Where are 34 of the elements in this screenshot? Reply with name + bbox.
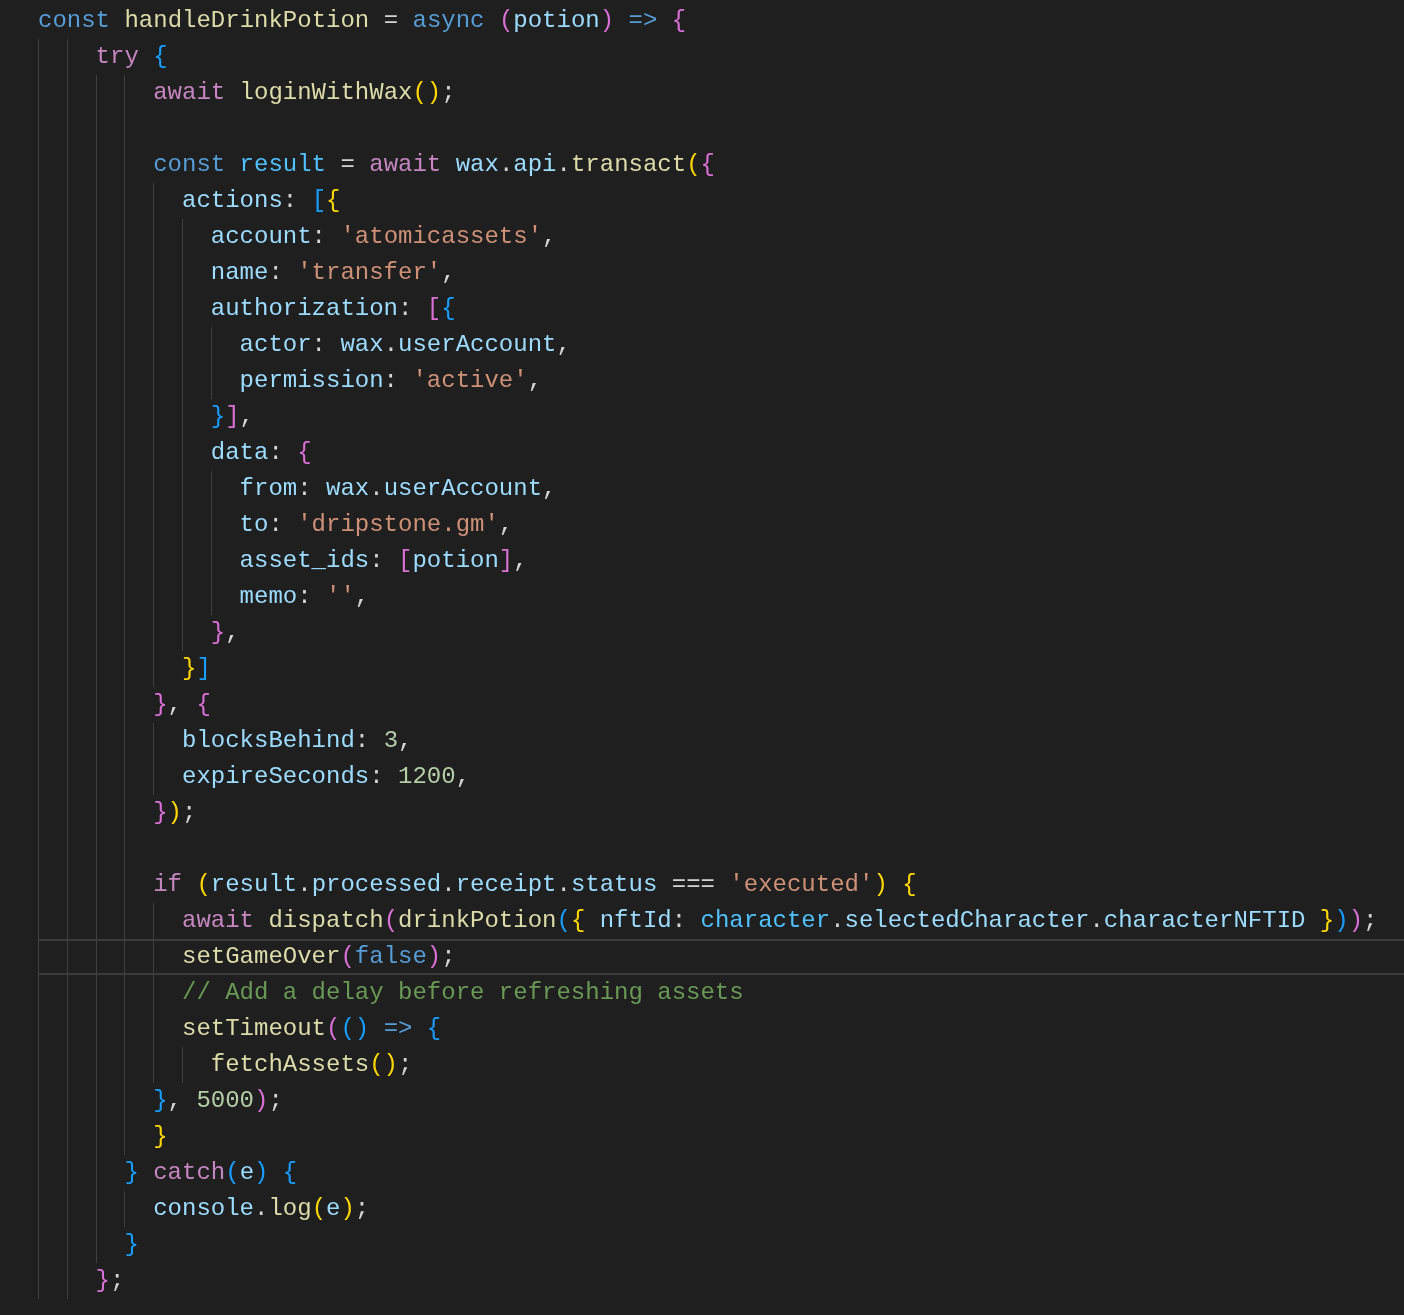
code-text: try { [95,42,168,72]
code-text: console.log(e); [153,1194,370,1224]
code-text: if (result.processed.receipt.status === 'executed') { [153,870,917,900]
code-text: blocksBehind: 3, [182,726,413,756]
code-text: data: { [210,438,312,468]
code-text: } [124,1230,139,1260]
code-text: expireSeconds: 1200, [182,762,471,792]
code-text: }, { [153,690,211,720]
code-text: setTimeout(() => { [182,1014,442,1044]
code-text: account: 'atomicassets', [210,222,557,252]
code-text: }], [210,402,254,432]
code-text: actions: [{ [182,186,341,216]
code-text: to: 'dripstone.gm', [239,510,514,540]
code-text: permission: 'active', [239,366,543,396]
code-text: }, [210,618,240,648]
code-text: const handleDrinkPotion = async (potion) => { [38,6,687,36]
code-text: const result = await wax.api.transact({ [153,150,715,180]
code-text: }] [182,654,211,684]
code-text: }; [95,1266,125,1296]
code-text: authorization: [{ [210,294,456,324]
code-text: actor: wax.userAccount, [239,330,571,360]
code-text: asset_ids: [potion], [239,546,528,576]
code-text: } catch(e) { [124,1158,298,1188]
code-text: setGameOver(false); [182,942,456,972]
code-text: await dispatch(drinkPotion({ nftId: character.selectedCharacter.characterNFTID })); [182,906,1378,936]
code-text: memo: '', [239,582,370,612]
code-text: name: 'transfer', [210,258,456,288]
code-text: }, 5000); [153,1086,283,1116]
code-text: } [153,1122,168,1152]
code-text: fetchAssets(); [210,1050,413,1080]
code-text: // Add a delay before refreshing assets [182,978,744,1008]
code-text: }); [153,798,197,828]
code-text: from: wax.userAccount, [239,474,557,504]
code-text: await loginWithWax(); [153,78,456,108]
